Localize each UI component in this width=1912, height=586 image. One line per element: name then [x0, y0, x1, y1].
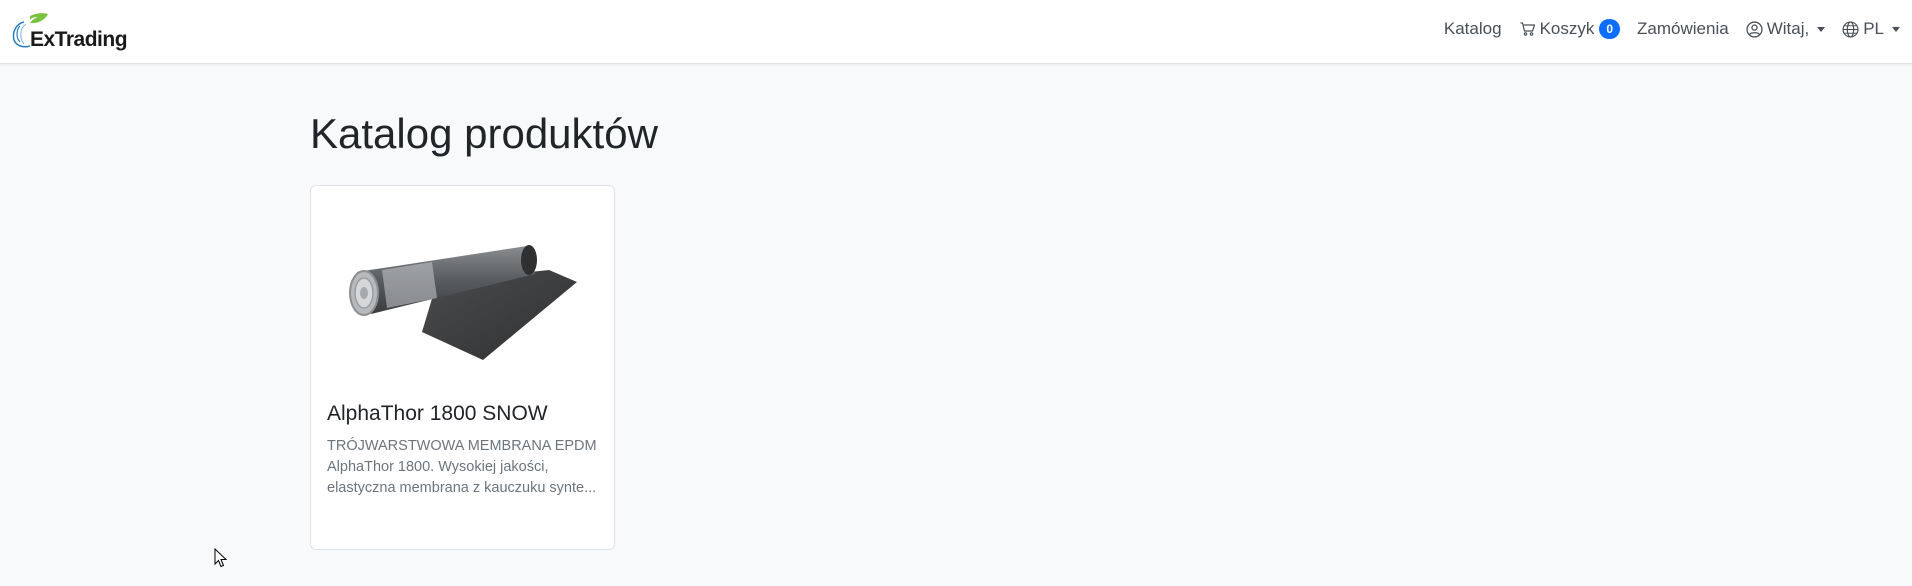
product-card[interactable]: AlphaThor 1800 SNOW TRÓJWARSTWOWA MEMBRA…: [310, 185, 615, 550]
nav-language-label: PL: [1863, 19, 1884, 38]
nav-cart-label: Koszyk: [1539, 19, 1595, 38]
nav-orders-label: Zamówienia: [1637, 19, 1729, 38]
nav-orders[interactable]: Zamówienia: [1637, 19, 1729, 39]
main-nav: Katalog Koszyk 0 Zamówienia Witaj, PL: [1427, 19, 1900, 39]
nav-language-dropdown[interactable]: PL: [1842, 19, 1900, 39]
page-title: Katalog produktów: [310, 110, 658, 157]
cart-icon: [1520, 22, 1535, 36]
nav-user-label: Witaj,: [1766, 19, 1810, 38]
nav-cart[interactable]: Koszyk 0: [1519, 19, 1621, 39]
mouse-cursor-icon: [214, 548, 228, 568]
product-name[interactable]: AlphaThor 1800 SNOW: [327, 402, 548, 426]
brand-logo[interactable]: ExTrading: [10, 10, 128, 54]
navbar: ExTrading Katalog Koszyk 0 Zamówienia Wi…: [0, 0, 1912, 64]
nav-user-dropdown[interactable]: Witaj,: [1746, 19, 1826, 39]
nav-catalog[interactable]: Katalog: [1444, 19, 1502, 39]
user-circle-icon: [1746, 20, 1763, 38]
chevron-down-icon: [1817, 26, 1826, 32]
product-description: TRÓJWARSTWOWA MEMBRANA EPDM AlphaThor 18…: [327, 438, 597, 496]
nav-catalog-label: Katalog: [1443, 19, 1502, 38]
cart-count-badge: 0: [1599, 19, 1621, 39]
product-image[interactable]: [327, 202, 599, 372]
globe-icon: [1842, 20, 1859, 38]
brand-name: ExTrading: [30, 28, 128, 51]
chevron-down-icon: [1892, 26, 1900, 32]
